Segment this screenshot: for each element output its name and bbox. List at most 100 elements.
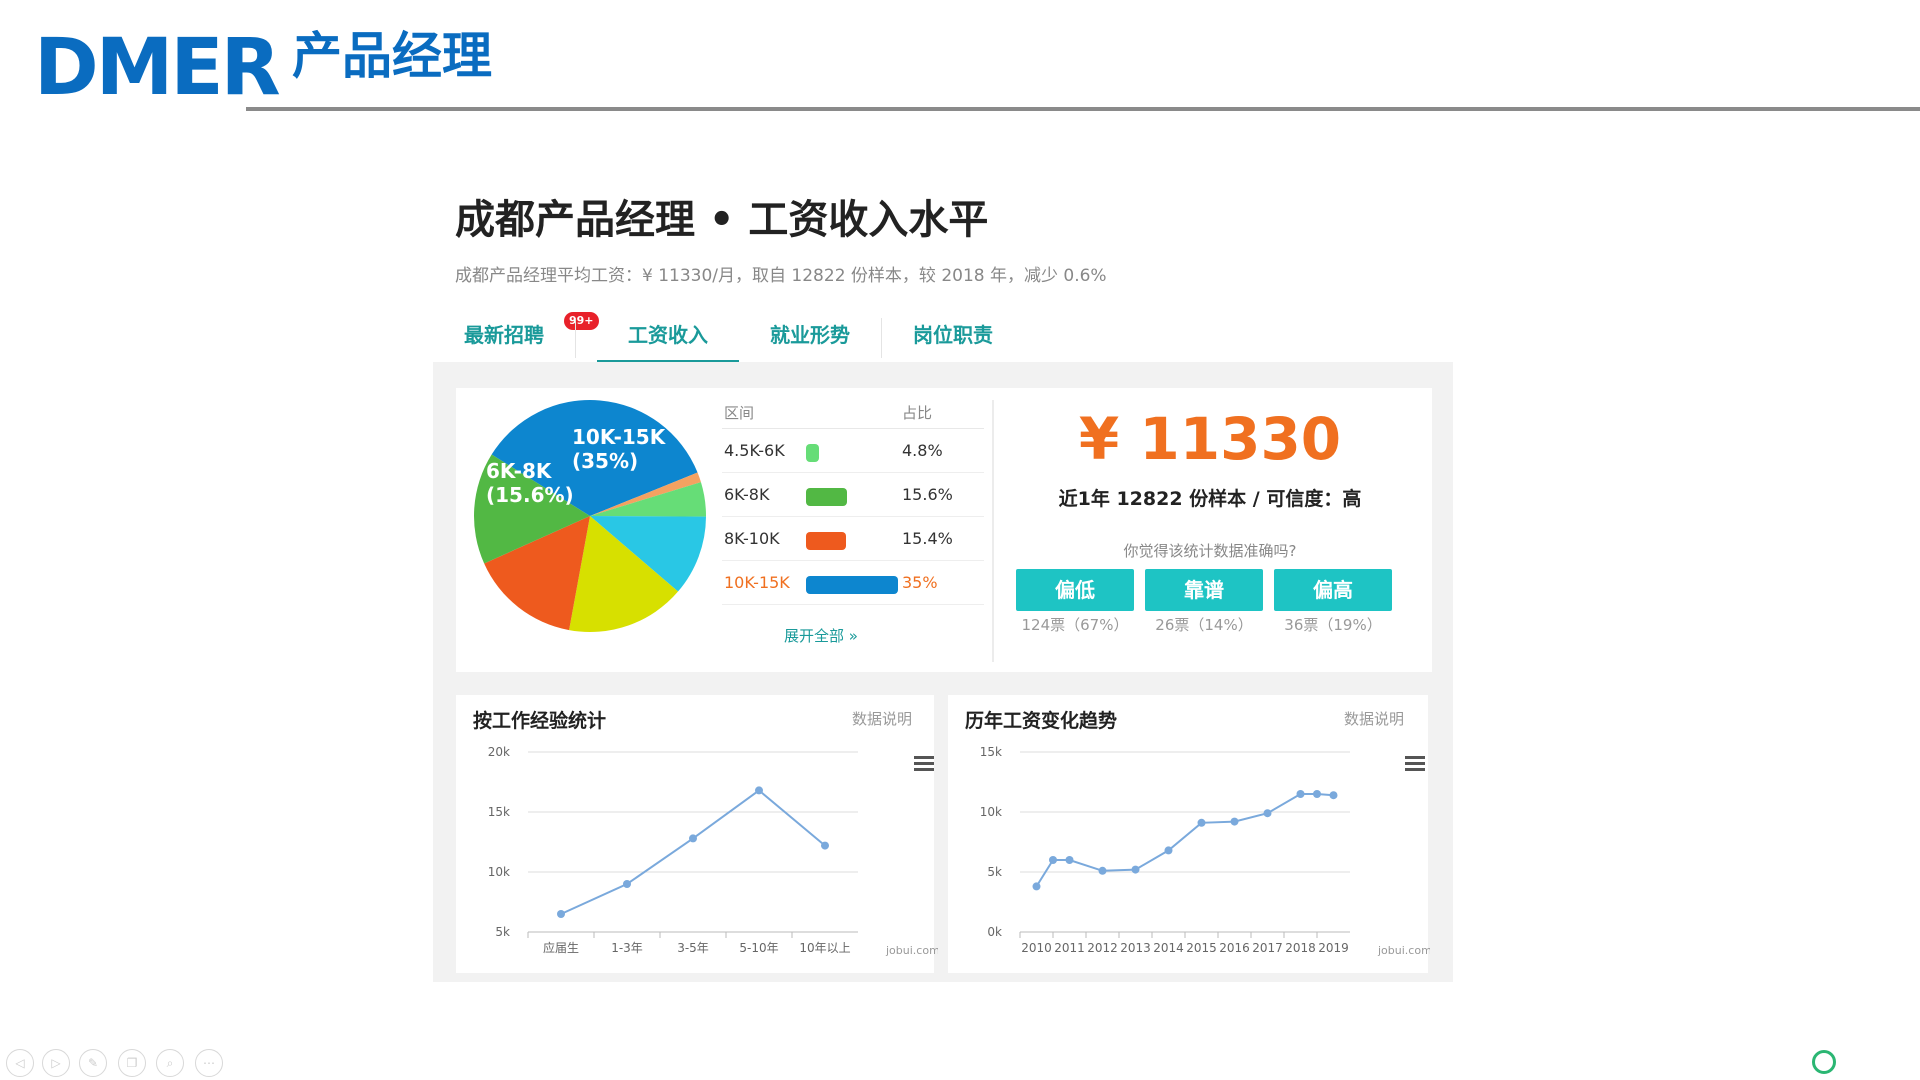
average-salary: ¥ 11330 xyxy=(1078,405,1342,473)
section-divider xyxy=(992,400,994,662)
zoom-icon[interactable]: ⌕ xyxy=(156,1049,184,1077)
row-bar xyxy=(806,576,898,594)
row-percent: 35% xyxy=(902,573,938,592)
trend-watermark: jobui.com xyxy=(1377,944,1430,957)
experience-line-chart: 5k 10k 15k 20k 应届生 1-3年 3-5年 5-10年 10年以上 jobui.c… xyxy=(488,745,938,957)
tab-label: 工资收入 xyxy=(628,323,708,347)
tab-latest-jobs[interactable]: 最新招聘 99+ xyxy=(433,308,599,362)
page-title: 成都产品经理 • 工资收入水平 xyxy=(455,197,989,243)
pie-label-10k-15k: 10K-15K xyxy=(572,425,667,449)
vote-high-button[interactable]: 偏高 xyxy=(1274,569,1392,611)
row-range: 6K-8K xyxy=(724,485,770,504)
data-point xyxy=(1296,790,1305,798)
expand-all-link[interactable]: 展开全部 » xyxy=(784,625,858,646)
x-tick-label: 2015 xyxy=(1186,941,1217,955)
header-ratio: 占比 xyxy=(902,404,933,422)
slide-title: 产品经理 xyxy=(292,27,492,85)
x-tick-label: 2013 xyxy=(1120,941,1151,955)
accuracy-question: 你觉得该统计数据准确吗? xyxy=(1123,542,1297,560)
x-tick-label: 10年以上 xyxy=(799,941,850,955)
trend-data-note-link[interactable]: 数据说明 xyxy=(1344,708,1404,729)
row-percent: 15.4% xyxy=(902,529,953,548)
y-tick-label: 10k xyxy=(488,865,510,879)
row-range: 10K-15K xyxy=(724,573,790,592)
data-point xyxy=(1197,818,1206,827)
pie-label-6k-8k-pct: (15.6%) xyxy=(486,483,574,507)
y-tick-label: 20k xyxy=(488,745,510,759)
dmer-logo: DMER xyxy=(34,23,281,113)
data-point xyxy=(755,786,763,795)
table-row: 8K-10K 15.4% xyxy=(722,517,984,561)
tab-salary[interactable]: 工资收入 xyxy=(597,308,739,364)
pen-icon[interactable]: ✎ xyxy=(79,1049,107,1077)
row-percent: 4.8% xyxy=(902,441,943,460)
vote-accurate-button[interactable]: 靠谱 xyxy=(1145,569,1263,611)
page-subtitle: 成都产品经理平均工资：¥ 11330/月，取自 12822 份样本，较 2018… xyxy=(455,266,1107,286)
data-point xyxy=(1098,866,1107,875)
table-row: 10K-15K 35% xyxy=(722,561,984,605)
data-point xyxy=(1049,856,1057,864)
vote-high-count: 36票（19%） xyxy=(1284,616,1382,634)
row-range: 8K-10K xyxy=(724,529,780,548)
new-count-badge: 99+ xyxy=(564,312,599,330)
tab-label: 就业形势 xyxy=(770,323,850,347)
pie-label-10k-15k-pct: (35%) xyxy=(572,449,638,473)
x-tick-label: 2010 xyxy=(1021,941,1052,955)
row-bar xyxy=(806,444,819,462)
data-point xyxy=(1329,791,1338,800)
y-tick-label: 5k xyxy=(495,925,510,939)
data-point xyxy=(623,880,631,888)
tab-divider xyxy=(575,318,576,358)
x-tick-label: 2011 xyxy=(1054,941,1085,955)
salary-range-table: 区间 占比 4.5K-6K 4.8% 6K-8K 15.6% 8K-10K 15.4% 10… xyxy=(722,398,984,605)
vote-low-count: 124票（67%） xyxy=(1021,616,1129,634)
data-point xyxy=(1313,790,1321,798)
x-tick-label: 5-10年 xyxy=(739,941,778,955)
data-point xyxy=(689,834,697,843)
slides-icon[interactable]: ❐ xyxy=(118,1049,146,1077)
sample-info: 近1年 12822 份样本 / 可信度：高 xyxy=(1058,488,1362,510)
x-tick-label: 2018 xyxy=(1285,941,1316,955)
data-point xyxy=(821,841,829,850)
more-icon[interactable]: ⋯ xyxy=(195,1049,223,1077)
pie-label-6k-8k: 6K-8K xyxy=(486,459,553,483)
series-line xyxy=(560,789,826,915)
data-point xyxy=(1164,846,1173,855)
trend-chart-title: 历年工资变化趋势 xyxy=(965,710,1118,732)
data-point xyxy=(1131,865,1140,874)
y-tick-label: 10k xyxy=(980,805,1002,819)
trend-line-chart: 0k5k10k15k2010 2011 2012 2013 2014 2015 2016 20… xyxy=(980,745,1430,957)
header-divider xyxy=(246,107,1920,111)
status-ring-icon xyxy=(1812,1050,1836,1074)
x-tick-label: 应届生 xyxy=(543,940,579,955)
y-tick-label: 15k xyxy=(488,805,510,819)
tab-bar: 最新招聘 99+ 工资收入 就业形势 岗位职责 xyxy=(433,308,1453,365)
data-point xyxy=(1263,809,1272,818)
tab-label: 岗位职责 xyxy=(913,323,993,347)
vote-accurate-count: 26票（14%） xyxy=(1155,616,1253,634)
vote-low-button[interactable]: 偏低 xyxy=(1016,569,1134,611)
data-point xyxy=(1065,856,1074,864)
tab-label: 最新招聘 xyxy=(464,323,544,347)
header-range: 区间 xyxy=(724,404,755,422)
salary-pie-chart: 10K-15K (35%) 6K-8K (15.6%) xyxy=(474,400,706,632)
tab-employment[interactable]: 就业形势 xyxy=(739,308,881,362)
tab-duties[interactable]: 岗位职责 xyxy=(882,308,1024,362)
y-tick-label: 15k xyxy=(980,745,1002,759)
table-header: 区间 占比 xyxy=(722,398,984,429)
x-tick-label: 2017 xyxy=(1252,941,1283,955)
next-slide-icon[interactable]: ▷ xyxy=(42,1049,70,1077)
x-tick-label: 2016 xyxy=(1219,941,1250,955)
row-bar xyxy=(806,532,847,550)
experience-chart-title: 按工作经验统计 xyxy=(473,710,607,732)
series-line xyxy=(1035,793,1334,887)
row-percent: 15.6% xyxy=(902,485,953,504)
data-point xyxy=(1032,882,1041,891)
prev-slide-icon[interactable]: ◁ xyxy=(6,1049,34,1077)
x-tick-label: 2014 xyxy=(1153,941,1184,955)
table-row: 6K-8K 15.6% xyxy=(722,473,984,517)
x-tick-label: 2019 xyxy=(1318,941,1349,955)
experience-data-note-link[interactable]: 数据说明 xyxy=(852,708,912,729)
x-tick-label: 2012 xyxy=(1087,941,1118,955)
row-range: 4.5K-6K xyxy=(724,441,785,460)
